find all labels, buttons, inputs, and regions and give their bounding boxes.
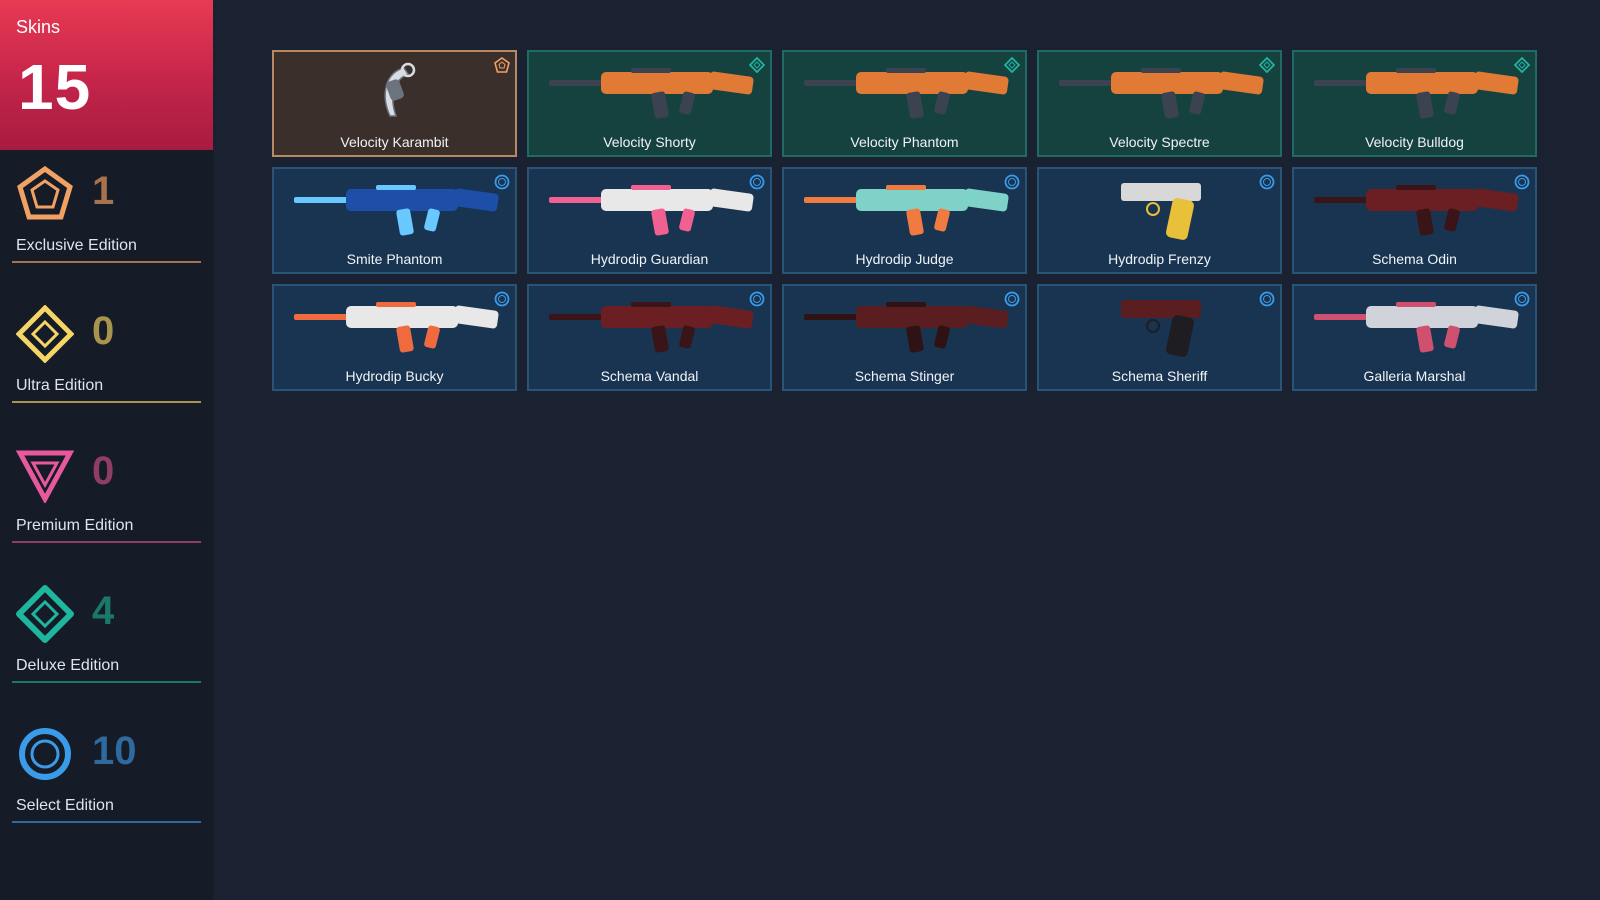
skin-name: Hydrodip Frenzy [1108, 251, 1211, 267]
premium-triangle-icon [16, 450, 74, 503]
select-tier-badge-icon [1004, 174, 1020, 190]
skin-grid: Velocity Karambit Velocity Shorty Velocity… [272, 50, 1537, 391]
select-circle-icon [19, 728, 71, 780]
weapon-skin-image [1121, 300, 1201, 357]
weapon-skin-image [804, 185, 1009, 236]
weapon-skin-image [1314, 68, 1519, 119]
skins-total-label: Skins [16, 17, 61, 37]
tier-ultra-divider [12, 401, 201, 403]
weapon-skin-image [1059, 68, 1264, 119]
weapon-skin-image [804, 68, 1009, 119]
skin-card[interactable]: Velocity Phantom [782, 50, 1027, 157]
skin-name: Galleria Marshal [1363, 368, 1466, 384]
deluxe-tier-badge-icon [1514, 57, 1530, 73]
skins-total-count: 15 [18, 51, 92, 123]
skin-name: Schema Sheriff [1111, 368, 1208, 384]
skin-name: Hydrodip Judge [855, 251, 954, 267]
deluxe-tier-badge-icon [749, 57, 765, 73]
tier-deluxe[interactable]: 4 Deluxe Edition [12, 585, 201, 695]
select-tier-badge-icon [1514, 174, 1530, 190]
tier-select-divider [12, 821, 201, 823]
sidebar: Skins 15 1 Exclusive Edition 0 Ultra Edi… [0, 0, 213, 900]
skin-card[interactable]: Schema Sheriff [1037, 284, 1282, 391]
tier-exclusive-count: 1 [92, 169, 115, 213]
weapon-skin-image [1121, 183, 1201, 240]
tier-ultra[interactable]: 0 Ultra Edition [12, 305, 201, 415]
skin-name: Velocity Spectre [1109, 134, 1210, 150]
select-tier-badge-icon [1259, 174, 1275, 190]
skin-card[interactable]: Schema Stinger [782, 284, 1027, 391]
skin-name: Hydrodip Guardian [590, 251, 709, 267]
tier-exclusive-divider [12, 261, 201, 263]
tier-deluxe-label: Deluxe Edition [16, 657, 120, 674]
tier-premium[interactable]: 0 Premium Edition [12, 445, 201, 555]
select-tier-badge-icon [494, 174, 510, 190]
select-tier-badge-icon [1514, 291, 1530, 307]
select-tier-badge-icon [749, 174, 765, 190]
tier-exclusive-label: Exclusive Edition [16, 237, 137, 254]
skin-name: Velocity Shorty [603, 134, 696, 150]
select-tier-badge-icon [1004, 291, 1020, 307]
skin-card[interactable]: Hydrodip Bucky [272, 284, 517, 391]
skin-card[interactable]: Smite Phantom [272, 167, 517, 274]
skin-name: Schema Vandal [600, 368, 699, 384]
weapon-skin-image [1314, 185, 1519, 236]
skin-name: Hydrodip Bucky [345, 368, 444, 384]
tier-premium-divider [12, 541, 201, 543]
skins-total-panel: Skins 15 [0, 0, 213, 150]
skin-name: Velocity Phantom [850, 134, 959, 150]
skin-card[interactable]: Hydrodip Frenzy [1037, 167, 1282, 274]
ultra-diamond-icon [16, 305, 74, 363]
skin-card[interactable]: Velocity Spectre [1037, 50, 1282, 157]
skin-name: Schema Stinger [854, 368, 955, 384]
skin-card[interactable]: Galleria Marshal [1292, 284, 1537, 391]
select-tier-badge-icon [494, 291, 510, 307]
skin-card[interactable]: Schema Odin [1292, 167, 1537, 274]
deluxe-tier-badge-icon [1259, 57, 1275, 73]
skin-card[interactable]: Hydrodip Judge [782, 167, 1027, 274]
weapon-skin-image [549, 185, 754, 236]
weapon-skin-image [804, 302, 1009, 353]
skin-name: Smite Phantom [346, 251, 443, 267]
skin-card[interactable]: Schema Vandal [527, 284, 772, 391]
deluxe-diamond-icon [16, 585, 74, 643]
skin-name: Velocity Karambit [340, 134, 449, 150]
tier-exclusive[interactable]: 1 Exclusive Edition [12, 165, 201, 275]
select-tier-badge-icon [1259, 291, 1275, 307]
deluxe-tier-badge-icon [1004, 57, 1020, 73]
weapon-skin-image [549, 302, 754, 353]
tier-premium-label: Premium Edition [16, 517, 134, 534]
tier-select-count: 10 [92, 729, 137, 773]
exclusive-tier-badge-icon [494, 57, 510, 73]
skin-name: Schema Odin [1372, 251, 1457, 267]
select-tier-badge-icon [749, 291, 765, 307]
weapon-skin-image [1314, 302, 1519, 353]
skin-name: Velocity Bulldog [1365, 134, 1464, 150]
tier-deluxe-count: 4 [92, 589, 115, 633]
weapon-skin-image [294, 302, 499, 353]
tier-deluxe-divider [12, 681, 201, 683]
exclusive-pentagon-icon [17, 165, 73, 220]
tier-select[interactable]: 10 Select Edition [12, 725, 201, 835]
weapon-skin-image [384, 62, 416, 117]
skin-card[interactable]: Hydrodip Guardian [527, 167, 772, 274]
tier-select-label: Select Edition [16, 797, 114, 814]
tier-ultra-label: Ultra Edition [16, 377, 104, 394]
tier-premium-count: 0 [92, 449, 115, 493]
weapon-skin-image [294, 185, 499, 236]
skin-card[interactable]: Velocity Karambit [272, 50, 517, 157]
tier-ultra-count: 0 [92, 309, 115, 353]
skin-card[interactable]: Velocity Shorty [527, 50, 772, 157]
weapon-skin-image [549, 68, 754, 119]
skin-card[interactable]: Velocity Bulldog [1292, 50, 1537, 157]
